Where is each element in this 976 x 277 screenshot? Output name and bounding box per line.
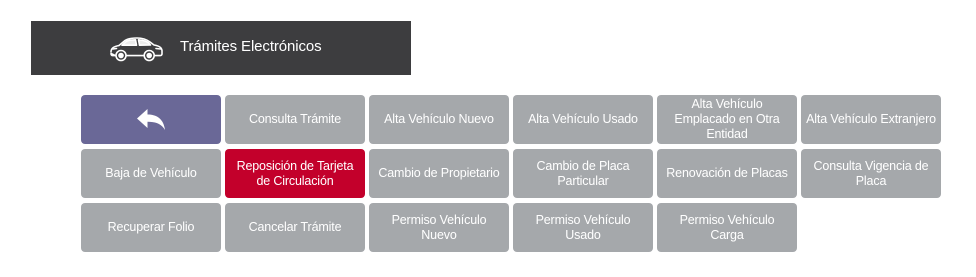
car-icon — [110, 37, 163, 62]
back-button[interactable] — [81, 95, 221, 144]
reposicion-tarjeta-button[interactable]: Reposición de Tarjeta de Circulación — [225, 149, 365, 198]
cambio-placa-particular-button[interactable]: Cambio de Placa Particular — [513, 149, 653, 198]
back-arrow-icon — [137, 108, 165, 130]
page-title: Trámites Electrónicos — [180, 38, 322, 55]
consulta-tramite-button[interactable]: Consulta Trámite — [225, 95, 365, 144]
page: Trámites Electrónicos Consulta Trámite A… — [0, 0, 976, 277]
cambio-de-propietario-button[interactable]: Cambio de Propietario — [369, 149, 509, 198]
alta-vehiculo-extranjero-button[interactable]: Alta Vehículo Extranjero — [801, 95, 941, 144]
alta-vehiculo-emplacado-button[interactable]: Alta Vehículo Emplacado en Otra Entidad — [657, 95, 797, 144]
cancelar-tramite-button[interactable]: Cancelar Trámite — [225, 203, 365, 252]
baja-de-vehiculo-button[interactable]: Baja de Vehículo — [81, 149, 221, 198]
permiso-vehiculo-usado-button[interactable]: Permiso Vehículo Usado — [513, 203, 653, 252]
permiso-vehiculo-carga-button[interactable]: Permiso Vehículo Carga — [657, 203, 797, 252]
header-bar: Trámites Electrónicos — [31, 21, 411, 75]
alta-vehiculo-usado-button[interactable]: Alta Vehículo Usado — [513, 95, 653, 144]
renovacion-de-placas-button[interactable]: Renovación de Placas — [657, 149, 797, 198]
permiso-vehiculo-nuevo-button[interactable]: Permiso Vehículo Nuevo — [369, 203, 509, 252]
alta-vehiculo-nuevo-button[interactable]: Alta Vehículo Nuevo — [369, 95, 509, 144]
procedures-grid: Consulta Trámite Alta Vehículo Nuevo Alt… — [81, 95, 941, 252]
recuperar-folio-button[interactable]: Recuperar Folio — [81, 203, 221, 252]
consulta-vigencia-placa-button[interactable]: Consulta Vigencia de Placa — [801, 149, 941, 198]
